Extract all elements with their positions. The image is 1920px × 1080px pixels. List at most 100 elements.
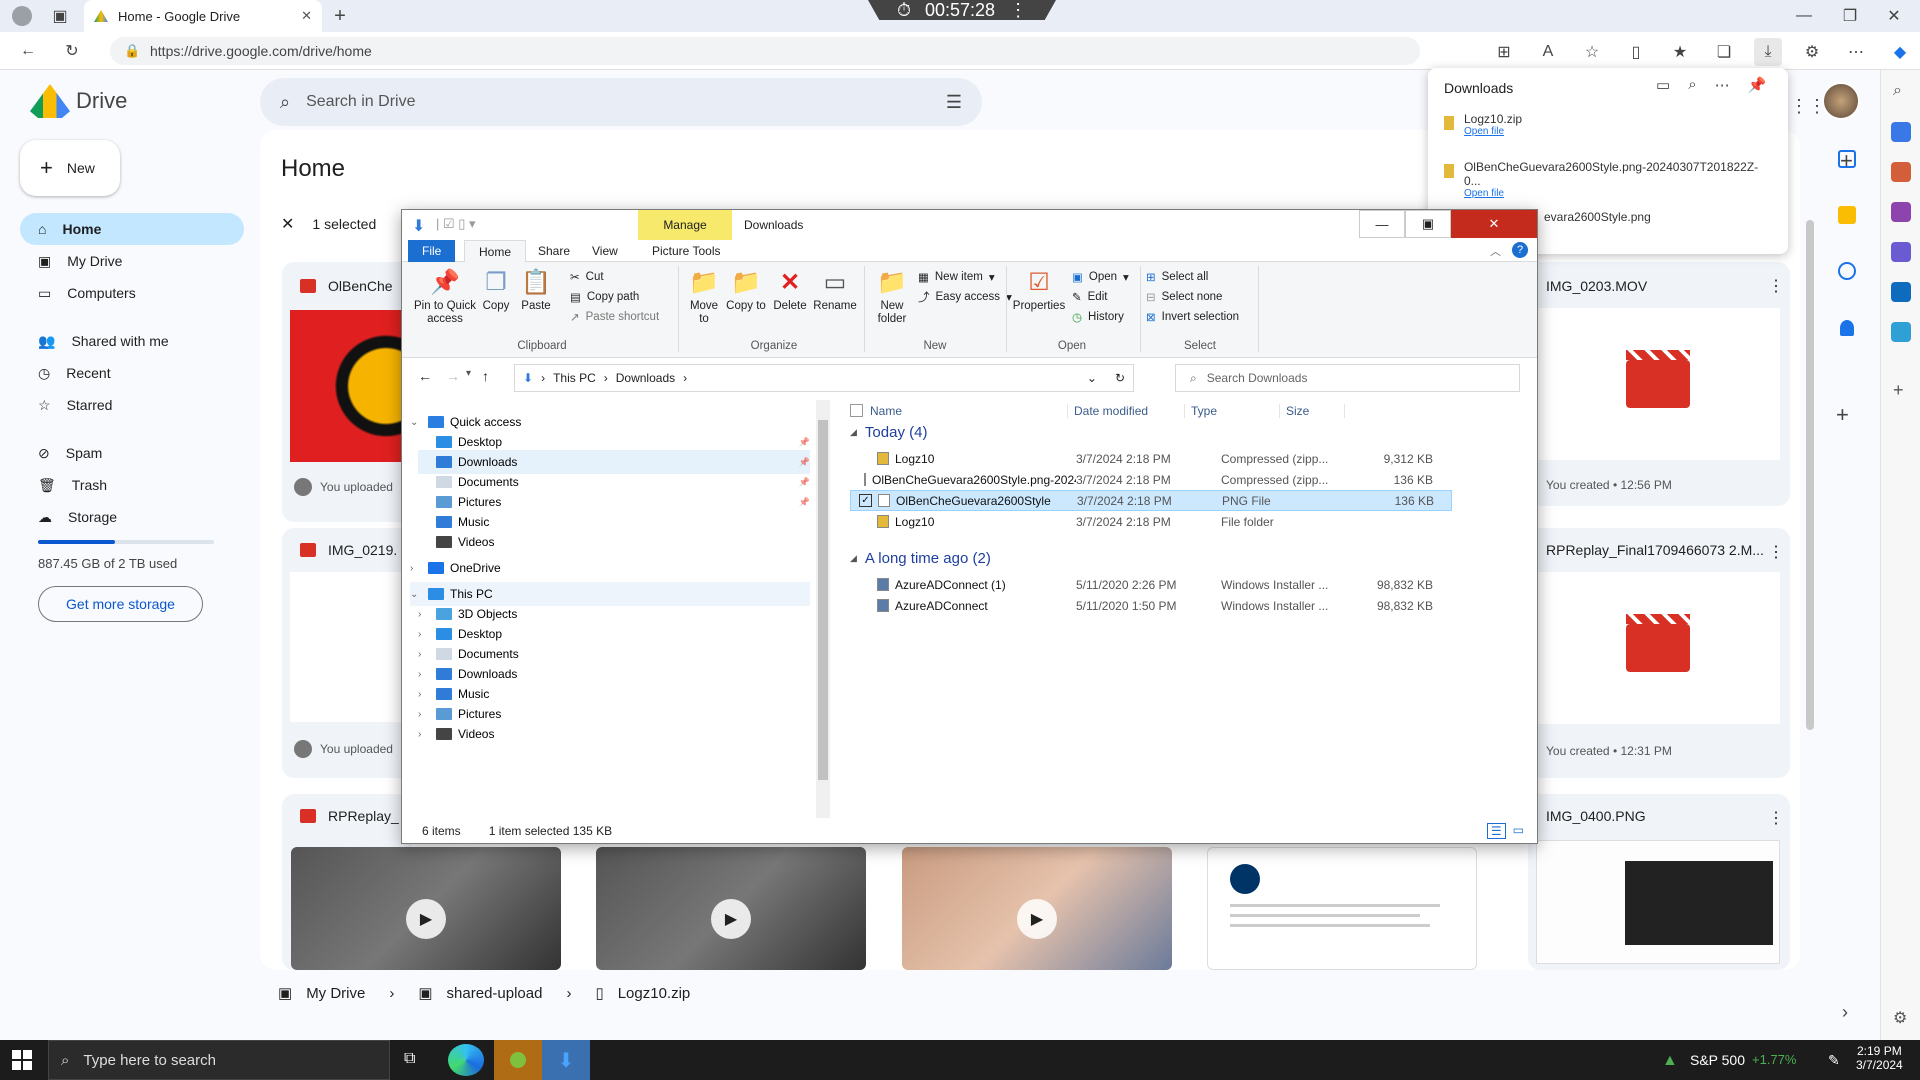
drive-search-bar[interactable]: ⌕ Search in Drive ☰ — [260, 78, 982, 126]
path-bar[interactable]: ⬇ › This PC › Downloads › ⌄ ↻ — [514, 364, 1134, 392]
clear-selection-icon[interactable]: ✕ — [281, 214, 294, 234]
split-screen-icon[interactable]: ▯ — [1622, 38, 1650, 66]
file-card[interactable]: IMG_0400.PNG ⋮ — [1528, 794, 1790, 970]
nav-spam[interactable]: ⊘ Spam — [20, 437, 244, 469]
large-icons-view-icon[interactable]: ▭ — [1510, 823, 1527, 839]
search-icon[interactable]: ⌕ — [280, 92, 290, 113]
more-options-icon[interactable]: ⋮ — [1768, 542, 1784, 562]
pin-quick-access-button[interactable]: 📌 Pin to Quick access — [414, 268, 476, 325]
expand-chevron-icon[interactable]: › — [418, 709, 430, 720]
tab-view[interactable]: View — [578, 240, 632, 262]
tab-home[interactable]: Home — [464, 240, 527, 262]
pinned-icon[interactable]: 📌 — [799, 437, 810, 448]
column-size[interactable]: Size — [1279, 404, 1309, 418]
extensions-icon[interactable]: ⚙ — [1798, 38, 1826, 66]
search-icon[interactable]: ⌕ — [1688, 76, 1696, 94]
nav-computers[interactable]: ▭ Computers — [20, 277, 244, 309]
settings-menu-icon[interactable]: ⋯ — [1842, 38, 1870, 66]
download-item[interactable]: evara2600Style.png — [1544, 210, 1874, 224]
site-info-icon[interactable]: 🔒 — [124, 43, 140, 59]
collapse-group-icon[interactable]: ◢ — [850, 427, 857, 438]
back-icon[interactable]: ← — [14, 37, 42, 65]
windows-start-icon[interactable] — [12, 1050, 32, 1070]
paste-button[interactable]: 📋 Paste — [518, 268, 554, 313]
download-item[interactable]: Logz10.zip Open file — [1444, 112, 1774, 137]
maximize-button[interactable]: ▣ — [1405, 210, 1451, 238]
file-card[interactable]: IMG_0219. You uploaded — [282, 528, 412, 778]
restore-icon[interactable]: ❐ — [1836, 2, 1864, 30]
nav-my-drive[interactable]: ▣ My Drive — [20, 245, 244, 277]
play-icon[interactable]: ▶ — [406, 899, 446, 939]
history-button[interactable]: ◷ History — [1072, 308, 1129, 326]
breadcrumb-file[interactable]: Logz10.zip — [618, 985, 691, 1002]
path-downloads[interactable]: Downloads — [616, 371, 675, 385]
copy-to-button[interactable]: 📁 Copy to — [726, 268, 766, 313]
ticker-name[interactable]: S&P 500 — [1690, 1052, 1745, 1068]
new-button[interactable]: + New — [20, 140, 120, 196]
games-icon[interactable] — [1891, 202, 1911, 222]
play-icon[interactable]: ▶ — [1017, 899, 1057, 939]
scrollbar-thumb[interactable] — [818, 420, 828, 780]
column-type[interactable]: Type — [1184, 404, 1217, 418]
expand-chevron-icon[interactable]: › — [418, 689, 430, 700]
collections-icon[interactable]: ❏ — [1710, 38, 1738, 66]
download-item[interactable]: OlBenCheGuevara2600Style.png-20240307T20… — [1444, 160, 1774, 199]
read-aloud-icon[interactable]: A — [1534, 38, 1562, 66]
nav-home[interactable]: ⌂ Home — [20, 213, 244, 245]
drive-logo-text[interactable]: Drive — [76, 88, 127, 114]
url-field[interactable]: 🔒 https://drive.google.com/drive/home — [110, 37, 1420, 65]
open-button[interactable]: ▣ Open ▾ — [1072, 268, 1129, 286]
up-icon[interactable]: ↑ — [482, 368, 489, 384]
send-icon[interactable] — [1891, 322, 1911, 342]
help-icon[interactable]: ? — [1512, 242, 1528, 258]
row-checkbox[interactable]: ✓ — [859, 494, 872, 507]
google-apps-icon[interactable]: ⋮⋮ — [1790, 96, 1826, 117]
tab-file[interactable]: File — [408, 240, 456, 262]
nav-starred[interactable]: ☆ Starred — [20, 389, 244, 421]
nav-scrollbar[interactable] — [816, 400, 830, 818]
new-item-button[interactable]: ▦ New item ▾ — [918, 268, 1012, 286]
file-row[interactable]: Logz10 3/7/2024 2:18 PM File folder — [850, 511, 1452, 532]
pinned-icon[interactable]: 📌 — [799, 497, 810, 508]
collapse-ribbon-icon[interactable]: ︿ — [1490, 243, 1501, 259]
more-icon[interactable]: ⋯ — [1715, 76, 1730, 94]
path-this-pc[interactable]: This PC — [553, 371, 596, 385]
get-more-storage-button[interactable]: Get more storage — [38, 586, 203, 622]
search-options-icon[interactable]: ☰ — [946, 92, 962, 113]
taskbar-app-orange[interactable] — [494, 1040, 542, 1080]
nav-shared[interactable]: 👥 Shared with me — [20, 325, 244, 357]
tree-item[interactable]: Videos — [418, 530, 810, 554]
video-thumbnail[interactable]: ▶ — [596, 847, 866, 970]
sidebar-app-icon[interactable] — [1891, 122, 1911, 142]
breadcrumb-my-drive[interactable]: My Drive — [306, 985, 365, 1002]
outlook-icon[interactable] — [1891, 282, 1911, 302]
search-downloads-input[interactable]: ⌕ Search Downloads — [1175, 364, 1520, 392]
reload-icon[interactable]: ↻ — [58, 37, 86, 65]
file-explorer-downloads-icon[interactable]: ⬇ — [542, 1040, 590, 1080]
tab-share[interactable]: Share — [524, 240, 584, 262]
file-row[interactable]: OlBenCheGuevara2600Style.png-2024... 3/7/… — [850, 469, 1452, 490]
pinned-icon[interactable]: 📌 — [799, 457, 810, 468]
file-row[interactable]: AzureADConnect 5/11/2020 1:50 PM Windows I… — [850, 595, 1452, 616]
settings-gear-icon[interactable]: ⚙ — [1893, 1008, 1907, 1028]
pen-icon[interactable]: ✎ — [1828, 1052, 1840, 1069]
delete-button[interactable]: ✕ Delete — [770, 268, 810, 313]
open-file-link[interactable]: Open file — [1464, 188, 1774, 199]
pin-icon[interactable]: 📌 — [1748, 76, 1767, 94]
profile-icon[interactable] — [12, 6, 32, 26]
contacts-icon[interactable] — [1840, 320, 1854, 336]
back-icon[interactable]: ← — [418, 368, 432, 384]
group-header[interactable]: ◢ A long time ago (2) — [850, 550, 1450, 567]
document-thumbnail[interactable] — [1207, 847, 1477, 970]
easy-access-button[interactable]: ⤴ Easy access ▾ — [918, 288, 1012, 306]
file-card[interactable]: IMG_0203.MOV ⋮ You created • 12:56 PM — [1528, 262, 1790, 506]
edge-app-icon[interactable] — [448, 1044, 484, 1076]
nav-recent[interactable]: ◷ Recent — [20, 357, 244, 389]
expand-chevron-icon[interactable]: ⌄ — [410, 417, 422, 428]
favorites-icon[interactable]: ★ — [1666, 38, 1694, 66]
video-thumbnail[interactable]: ▶ — [291, 847, 561, 970]
select-none-button[interactable]: ⊟ Select none — [1146, 288, 1239, 306]
quick-access-toolbar[interactable]: | ☑ ▯ ▾ — [436, 216, 476, 232]
invert-selection-button[interactable]: ⊠ Invert selection — [1146, 308, 1239, 326]
tab-home-google-drive[interactable]: Home - Google Drive ✕ — [84, 0, 322, 32]
